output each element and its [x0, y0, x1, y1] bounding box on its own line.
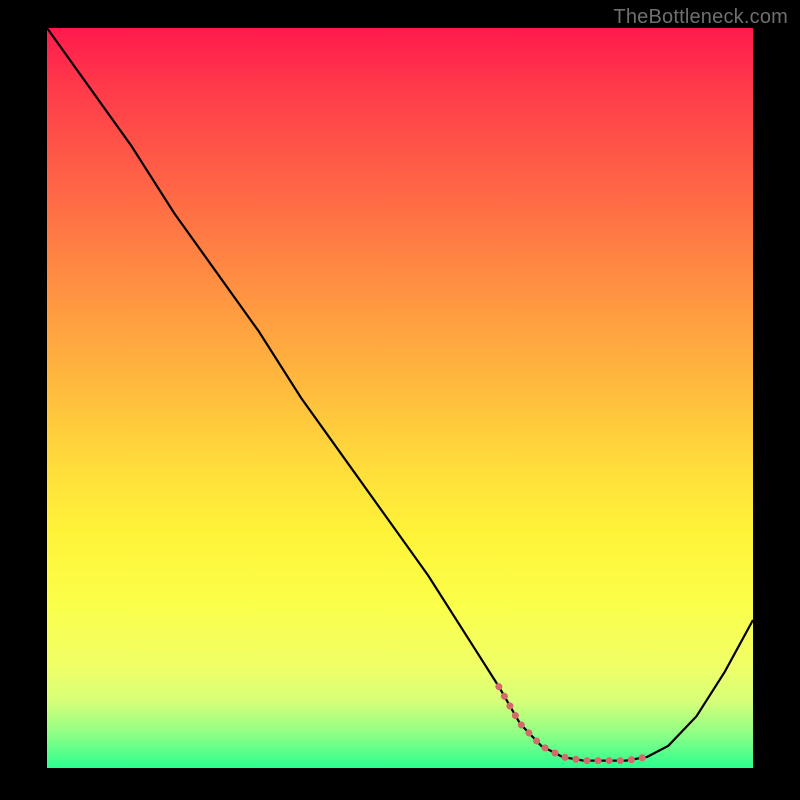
- chart-stage: TheBottleneck.com: [0, 0, 800, 800]
- plot-area: [47, 28, 753, 768]
- bottleneck-curve: [47, 28, 753, 761]
- attribution-text: TheBottleneck.com: [613, 6, 788, 29]
- bottleneck-dots: [499, 687, 647, 761]
- curve-svg: [47, 28, 753, 768]
